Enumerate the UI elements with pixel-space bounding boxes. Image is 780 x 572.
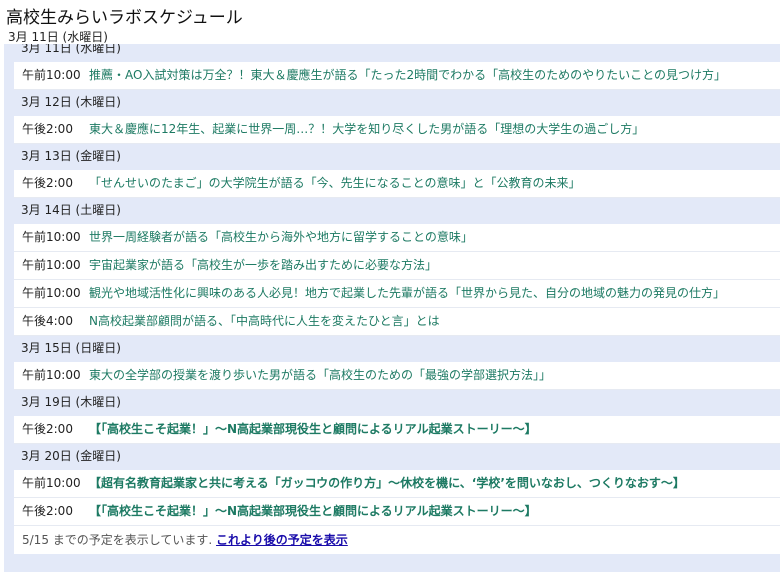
event-time: 午前10:00 xyxy=(22,286,81,300)
event-row[interactable]: 午後2:00 「せんせいのたまご」の大学院生が語る「今、先生になることの意味」と「… xyxy=(14,170,780,198)
event-row[interactable]: 午前10:00 推薦・AO入試対策は万全？！東大＆慶應生が語る「たった2時間でわか… xyxy=(14,62,780,90)
event-time: 午前10:00 xyxy=(22,476,81,490)
day-header: 3月 20日 (金曜日) xyxy=(14,444,780,470)
event-row[interactable]: 午前10:00 【超有名教育起業家と共に考える「ガッコウの作り方」〜休校を機に、‘… xyxy=(14,470,780,498)
current-date: 3月 11日 (水曜日) xyxy=(8,30,108,44)
event-title-link[interactable]: 世界一周経験者が語る「高校生から海外や地方に留学することの意味」 xyxy=(89,230,473,244)
event-time: 午後2:00 xyxy=(22,422,73,436)
event-title-link[interactable]: 【超有名教育起業家と共に考える「ガッコウの作り方」〜休校を機に、‘学校’を問いな… xyxy=(89,476,685,490)
day-header: 3月 14日 (土曜日) xyxy=(14,198,780,224)
event-row[interactable]: 午後2:00 【「高校生こそ起業！」〜N高起業部現役生と顧問によるリアル起業ストー… xyxy=(14,498,780,526)
event-row[interactable]: 午前10:00 世界一周経験者が語る「高校生から海外や地方に留学することの意味」 xyxy=(14,224,780,252)
event-row[interactable]: 午後2:00 【「高校生こそ起業！」〜N高起業部現役生と顧問によるリアル起業ストー… xyxy=(14,416,780,444)
event-row[interactable]: 午前10:00 宇宙起業家が語る「高校生が一歩を踏み出すために必要な方法」 xyxy=(14,252,780,280)
day-header: 3月 19日 (木曜日) xyxy=(14,390,780,416)
event-title-link[interactable]: 観光や地域活性化に興味のある人必見！地方で起業した先輩が語る「世界から見た、自分… xyxy=(89,286,725,300)
event-time: 午後2:00 xyxy=(22,504,73,518)
footer-text: 5/15 までの予定を表示しています. xyxy=(22,533,213,547)
event-time: 午後2:00 xyxy=(22,122,73,136)
event-title-link[interactable]: 【「高校生こそ起業！」〜N高起業部現役生と顧問によるリアル起業ストーリー〜】 xyxy=(89,504,537,518)
event-title-link[interactable]: N高校起業部顧問が語る、「中高時代に人生を変えたひと言」とは xyxy=(89,314,440,328)
event-row[interactable]: 午後2:00 東大＆慶應に12年生、起業に世界一周…？！大学を知り尽くした男が語る… xyxy=(14,116,780,144)
event-time: 午後4:00 xyxy=(22,314,73,328)
day-header: 3月 13日 (金曜日) xyxy=(14,144,780,170)
event-title-link[interactable]: 東大＆慶應に12年生、起業に世界一周…？！大学を知り尽くした男が語る「理想の大学… xyxy=(89,122,644,136)
event-title-link[interactable]: 宇宙起業家が語る「高校生が一歩を踏み出すために必要な方法」 xyxy=(89,258,437,272)
agenda-frame[interactable]: 3月 11日 (水曜日) 午前10:00 推薦・AO入試対策は万全？！東大＆慶應生が… xyxy=(4,44,780,572)
day-header: 3月 12日 (木曜日) xyxy=(14,90,780,116)
event-title-link[interactable]: 【「高校生こそ起業！」〜N高起業部現役生と顧問によるリアル起業ストーリー〜】 xyxy=(89,422,537,436)
event-time: 午前10:00 xyxy=(22,230,81,244)
event-time: 午後2:00 xyxy=(22,176,73,190)
event-title-link[interactable]: 「せんせいのたまご」の大学院生が語る「今、先生になることの意味」と「公教育の未来… xyxy=(89,176,581,190)
event-row[interactable]: 午前10:00 観光や地域活性化に興味のある人必見！地方で起業した先輩が語る「世界… xyxy=(14,280,780,308)
page-title: 高校生みらいラボスケジュール xyxy=(6,8,243,28)
show-later-events-link[interactable]: これより後の予定を表示 xyxy=(216,533,348,547)
day-header: 3月 15日 (日曜日) xyxy=(14,336,780,362)
agenda-footer: 5/15 までの予定を表示しています. これより後の予定を表示 xyxy=(14,526,780,554)
event-title-link[interactable]: 推薦・AO入試対策は万全？！東大＆慶應生が語る「たった2時間でわかる「高校生のた… xyxy=(89,68,726,82)
event-title-link[interactable]: 東大の全学部の授業を渡り歩いた男が語る「高校生のための「最強の学部選択方法」」 xyxy=(89,368,551,382)
event-time: 午前10:00 xyxy=(22,68,81,82)
event-time: 午前10:00 xyxy=(22,368,81,382)
event-row[interactable]: 午後4:00 N高校起業部顧問が語る、「中高時代に人生を変えたひと言」とは xyxy=(14,308,780,336)
event-time: 午前10:00 xyxy=(22,258,81,272)
agenda-list: 3月 11日 (水曜日) 午前10:00 推薦・AO入試対策は万全？！東大＆慶應生が… xyxy=(14,44,780,554)
day-header: 3月 11日 (水曜日) xyxy=(14,44,780,62)
event-row[interactable]: 午前10:00 東大の全学部の授業を渡り歩いた男が語る「高校生のための「最強の学部… xyxy=(14,362,780,390)
